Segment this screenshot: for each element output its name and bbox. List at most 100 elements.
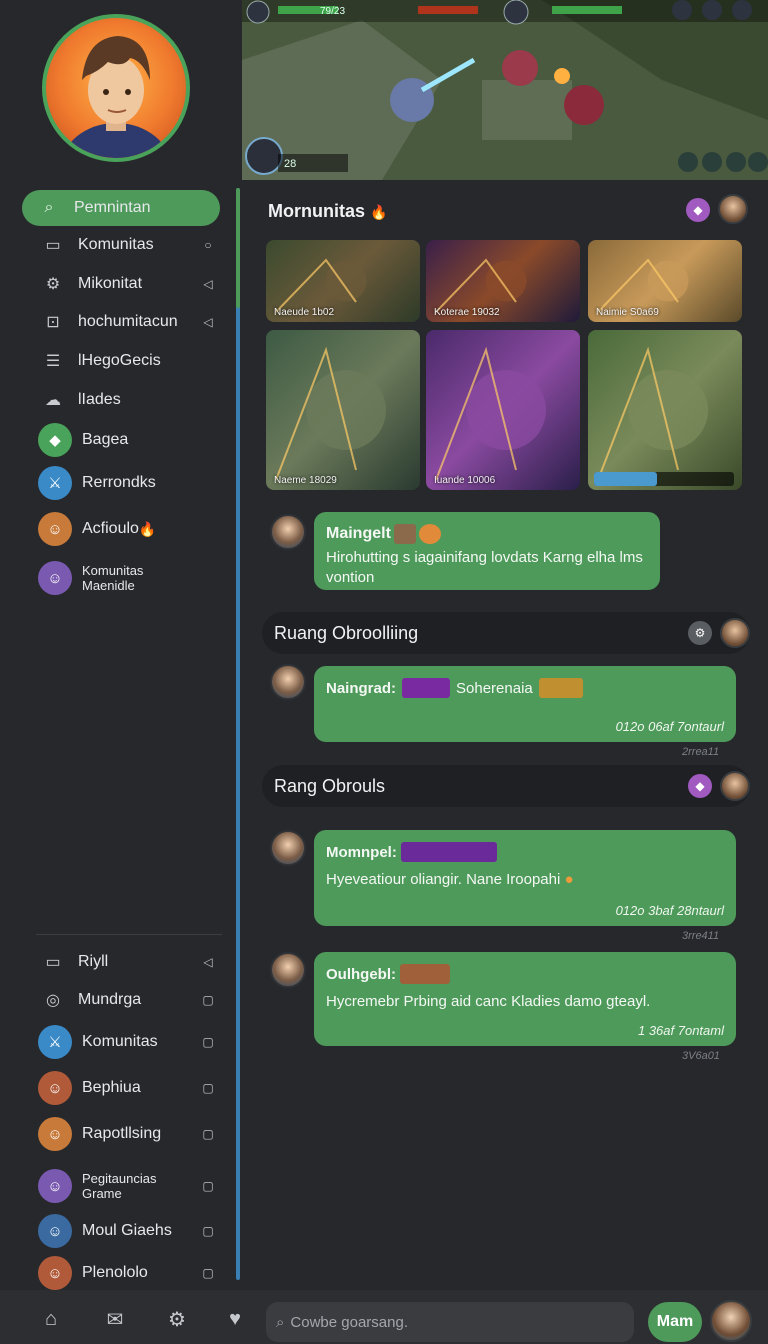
room-user-avatar[interactable]: [720, 771, 750, 801]
sidebar-scrollbar[interactable]: [236, 188, 240, 1280]
card-icon: ▭: [45, 954, 61, 971]
message-stamp: 3V6a01: [682, 1050, 720, 1062]
fire-icon: 🔥: [138, 520, 156, 537]
home-icon[interactable]: ⌂: [38, 1306, 64, 1332]
sidebar-item-3[interactable]: ⊡ hochumitacun ◁: [22, 304, 220, 340]
message-bubble[interactable]: Momnpel: Hyeveatiour oliangir. Nane Iroo…: [314, 830, 736, 926]
chat-avatar[interactable]: [270, 830, 306, 866]
banner-hud-score: 79/23: [320, 6, 346, 17]
sidebar-item-0[interactable]: ▭ Riyll ◁: [22, 944, 220, 980]
sidebar-item-2[interactable]: ⚙ Mikonitat ◁: [22, 266, 220, 302]
sidebar-item-label: Komunitas Maenidle: [82, 563, 144, 593]
sidebar-item-8[interactable]: ☺ Acfioulo 🔥: [22, 511, 220, 547]
sidebar-item-2[interactable]: ⚔ Komunitas ▢: [22, 1024, 220, 1060]
chevron-icon: ▢: [202, 1224, 214, 1238]
message-bubble[interactable]: Naingrad: Soherenaia 012o 06af 7ontaurl: [314, 666, 736, 742]
search-input[interactable]: [290, 1313, 591, 1331]
message-sender: Oulhgebl:: [326, 965, 396, 983]
cloud-icon: ☁: [45, 392, 61, 409]
sidebar-item-7[interactable]: ⚔ Rerrondks: [22, 465, 220, 501]
profile-avatar[interactable]: [42, 14, 190, 162]
message-time: 012o 3baf 28ntaurl: [615, 903, 724, 918]
sidebar-item-label: Pegitauncias Grame: [82, 1171, 157, 1201]
message-bubble[interactable]: Maingelt Hirohutting s iagainifang lovda…: [314, 512, 660, 590]
gallery-tile[interactable]: Naimie S0a69: [588, 240, 742, 322]
fire-icon: 🔥: [370, 204, 388, 220]
gallery-tile[interactable]: Naeude 1b02: [266, 240, 420, 322]
chevron-icon: ▢: [202, 1081, 214, 1095]
tile-caption: Naeude 1b02: [274, 307, 335, 318]
chevron-icon: ▢: [202, 1266, 214, 1280]
room-header[interactable]: Ruang Obroolliing ⚙: [262, 612, 750, 654]
sidebar-item-7[interactable]: ☺ Plenololo ▢: [22, 1255, 220, 1291]
user-avatar[interactable]: [710, 1300, 752, 1342]
gem-icon[interactable]: ◆: [688, 774, 712, 798]
item-icon: [402, 678, 451, 698]
hero-avatar-icon: ☺: [38, 561, 72, 595]
sidebar: ⌕ Pemnintan ▭ Komunitas ○ ⚙ Mikonitat ◁ ⊡ hochumi…: [0, 0, 240, 1290]
gallery-tile[interactable]: Naeme 18029: [266, 330, 420, 490]
sidebar-item-0[interactable]: ⌕ Pemnintan: [22, 190, 220, 226]
sidebar-item-9[interactable]: ☺ Komunitas Maenidle: [22, 560, 220, 596]
tile-caption: Koterae 19032: [434, 307, 500, 318]
sidebar-item-label: Pemnintan: [74, 199, 151, 216]
fire-icon: ●: [564, 871, 574, 888]
sidebar-item-label: hochumitacun: [78, 313, 178, 330]
sword-avatar-icon: ⚔: [38, 1025, 72, 1059]
item-icon: [400, 964, 450, 984]
sidebar-item-5[interactable]: ☺ Pegitauncias Grame ▢: [22, 1168, 220, 1204]
item-icon: [400, 842, 497, 862]
hero-avatar-icon: ☺: [38, 1214, 72, 1248]
sidebar-item-label: lHegoGecis: [78, 352, 161, 369]
camera-icon: ◎: [46, 992, 60, 1009]
fire-icon: [418, 524, 441, 544]
sidebar-item-5[interactable]: ☁ lIades: [22, 382, 220, 418]
chat-avatar[interactable]: [270, 952, 306, 988]
chat-avatar[interactable]: [270, 664, 306, 700]
sidebar-item-3[interactable]: ☺ Bephiua ▢: [22, 1070, 220, 1106]
message-time: 1 36af 7ontaml: [637, 1023, 724, 1038]
chevron-icon: ◁: [203, 277, 213, 291]
heart-icon[interactable]: ♥: [222, 1306, 248, 1332]
game-banner[interactable]: 79/23 28: [242, 0, 768, 180]
banner-hud-level: 28: [284, 158, 297, 170]
send-button[interactable]: Mam: [648, 1302, 702, 1342]
sidebar-scrollbar-thumb[interactable]: [236, 188, 240, 308]
gallery-tile[interactable]: Iuande 10006: [426, 330, 580, 490]
sidebar-item-1[interactable]: ▭ Komunitas ○: [22, 227, 220, 263]
message-sender: Maingelt: [326, 525, 391, 542]
sidebar-item-6[interactable]: ◆ Bagea: [22, 422, 220, 458]
tile-caption: Naimie S0a69: [596, 307, 659, 318]
room-user-avatar[interactable]: [720, 618, 750, 648]
chevron-icon: ◁: [203, 315, 213, 329]
gallery-tile[interactable]: Koterae 19032: [426, 240, 580, 322]
room-header[interactable]: Rang Obrouls ◆: [262, 765, 750, 807]
room-title: Ruang Obroolliing: [274, 622, 419, 643]
sword-avatar-icon: ⚔: [38, 466, 72, 500]
message-stamp: 2rrea11: [682, 746, 720, 758]
search-icon: ⌕: [276, 1313, 285, 1331]
chevron-icon: ▢: [202, 993, 214, 1007]
message-text: Hirohutting s iagainifang lovdats Karng …: [326, 549, 643, 586]
gear-icon[interactable]: ⚙: [164, 1306, 190, 1332]
gallery-tile[interactable]: [588, 330, 742, 490]
sidebar-divider: [36, 934, 222, 935]
hero-avatar-icon: ☺: [38, 512, 72, 546]
settings-icon[interactable]: ⚙: [688, 621, 712, 645]
gem-icon[interactable]: ◆: [686, 198, 710, 222]
inbox-icon[interactable]: ✉: [102, 1306, 128, 1332]
gallery-user-avatar[interactable]: [718, 194, 748, 224]
message-text: Hyeveatiour oliangir. Nane Iroopahi: [326, 871, 561, 888]
chat-avatar[interactable]: [270, 514, 306, 550]
sidebar-item-label: Plenololo: [82, 1264, 148, 1281]
sidebar-item-4[interactable]: ☺ Rapotllsing ▢: [22, 1116, 220, 1152]
search-bar[interactable]: ⌕: [266, 1302, 634, 1342]
tile-caption: Iuande 10006: [434, 475, 496, 486]
room-title: Rang Obrouls: [274, 775, 386, 796]
sidebar-item-1[interactable]: ◎ Mundrga ▢: [22, 982, 220, 1018]
chevron-icon: ▢: [202, 1179, 214, 1193]
sidebar-item-label: Komunitas: [82, 1033, 158, 1050]
sidebar-item-6[interactable]: ☺ Moul Giaehs ▢: [22, 1213, 220, 1249]
message-bubble[interactable]: Oulhgebl: Hycremebr Prbing aid canc Klad…: [314, 952, 736, 1046]
sidebar-item-4[interactable]: ☰ lHegoGecis: [22, 343, 220, 379]
